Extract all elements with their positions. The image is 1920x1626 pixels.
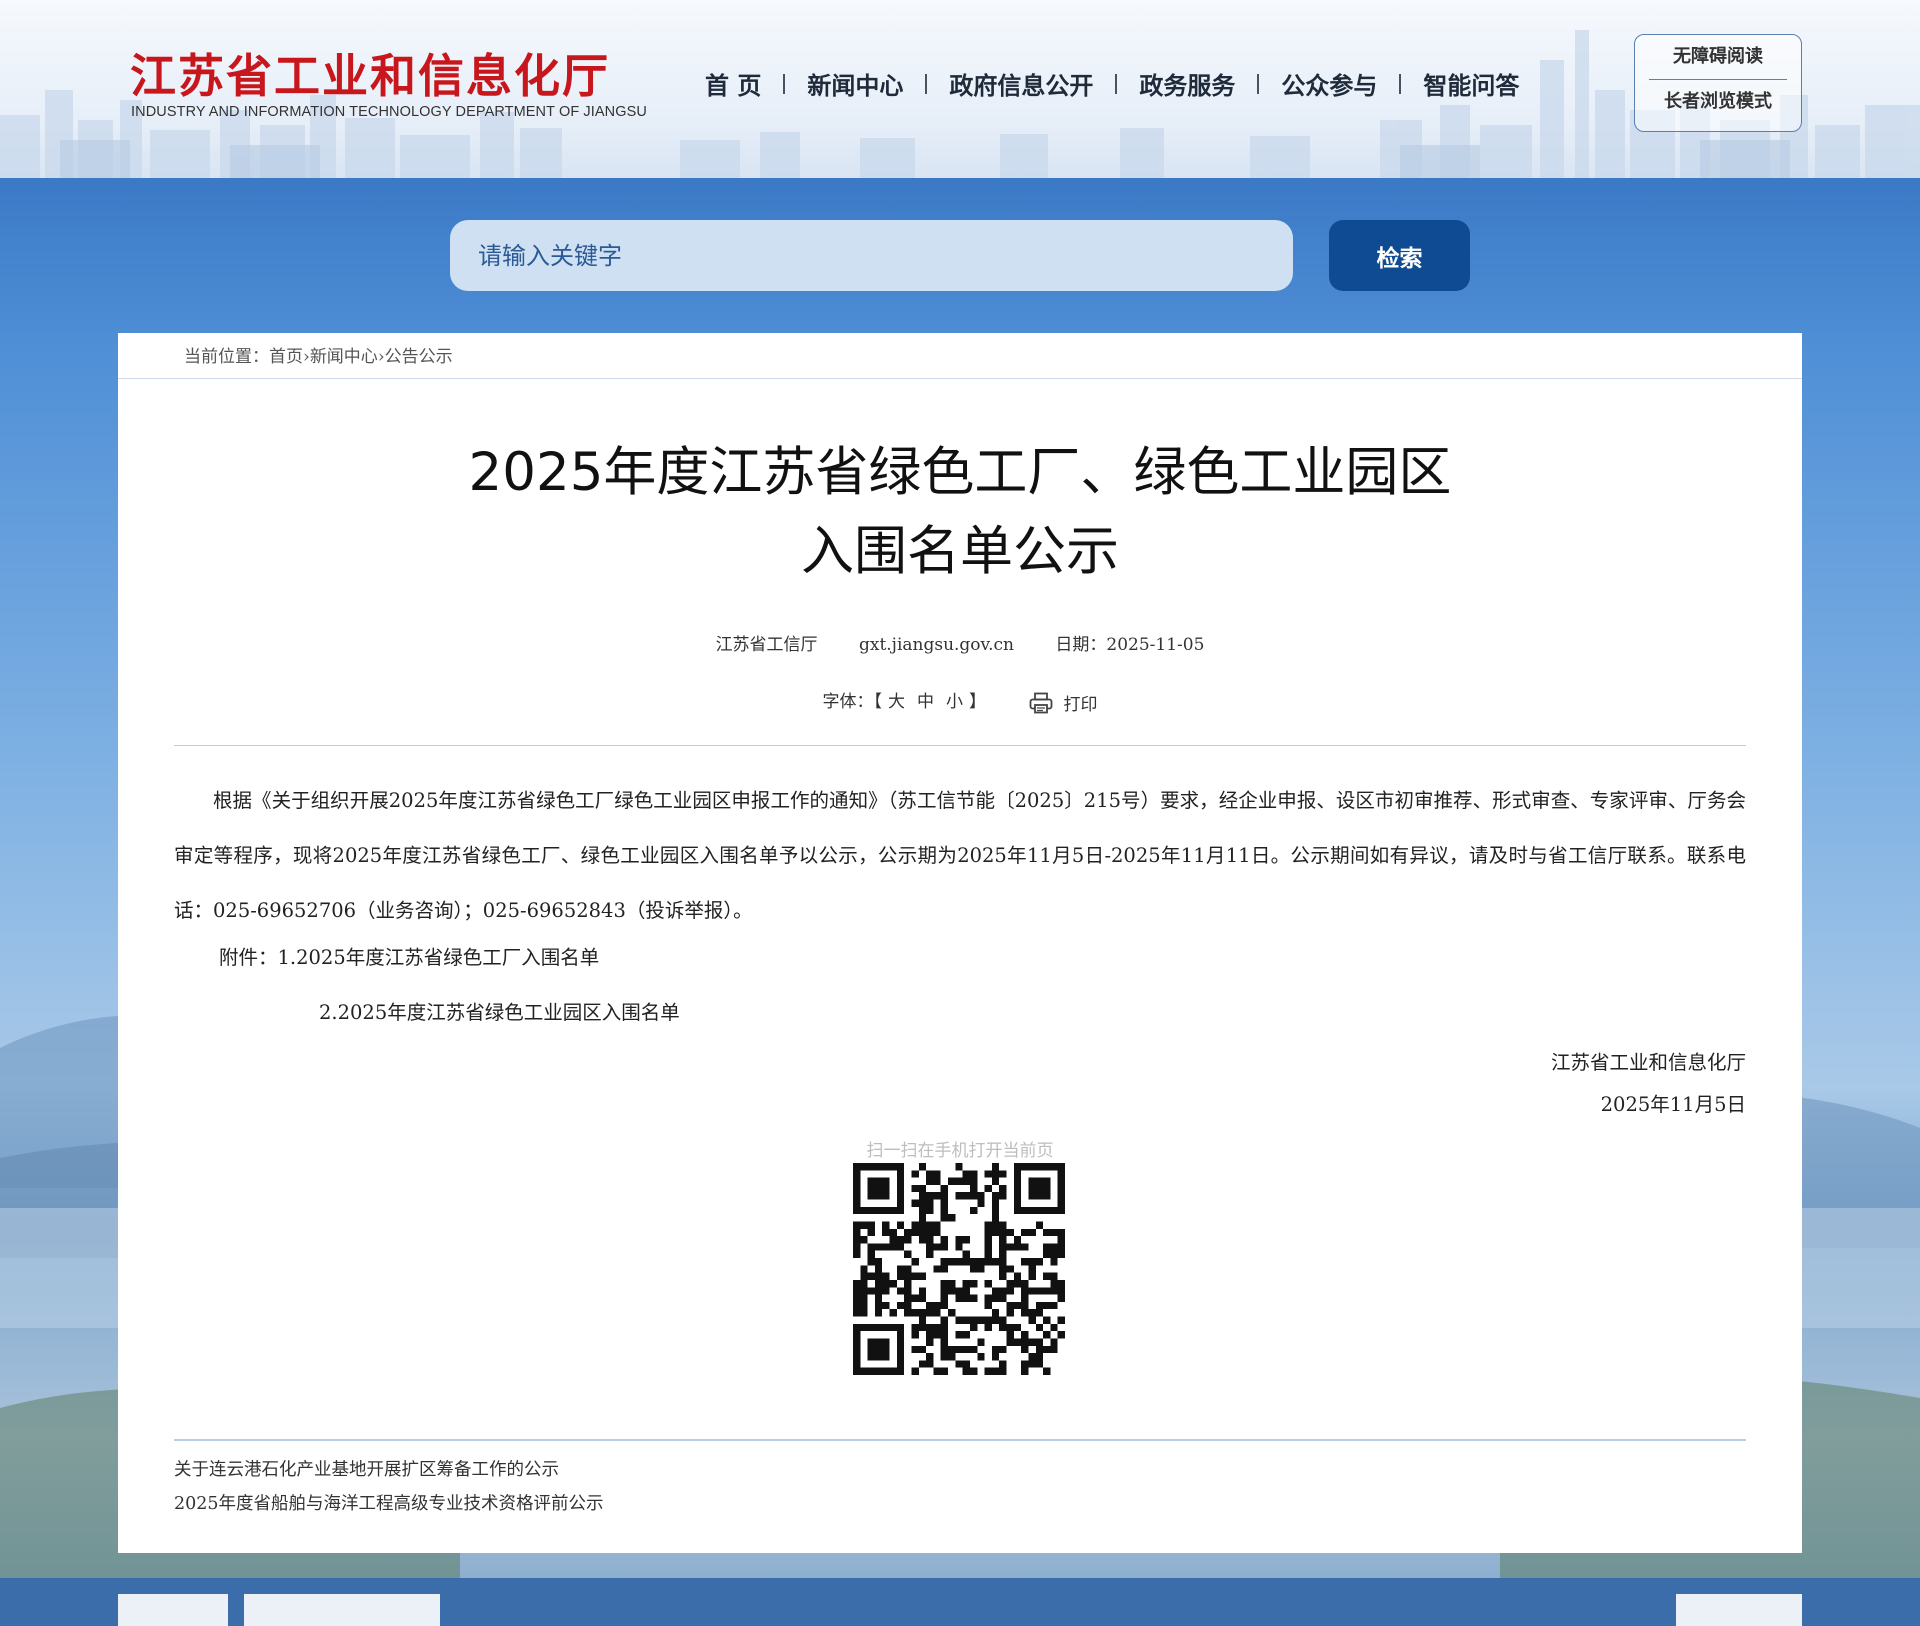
- nav-divider: [1399, 73, 1402, 94]
- article-paragraph: 根据《关于组织开展2025年度江苏省绿色工厂绿色工业园区申报工作的通知》（苏工信…: [174, 789, 1746, 922]
- article-site: gxt.jiangsu.gov.cn: [858, 635, 1015, 655]
- site-logo-subtitle: INDUSTRY AND INFORMATION TECHNOLOGY DEPA…: [131, 104, 647, 120]
- print-label: 打印: [1063, 695, 1098, 715]
- breadcrumb-news-center[interactable]: 新闻中心: [310, 347, 378, 367]
- font-size-bracket-open: 【: [873, 692, 883, 712]
- attachment-row: 2.2025年度江苏省绿色工业园区入围名单: [319, 996, 680, 1025]
- breadcrumb-home[interactable]: 首页: [269, 347, 303, 367]
- article-body: 根据《关于组织开展2025年度江苏省绿色工厂绿色工业园区申报工作的通知》（苏工信…: [174, 773, 1746, 938]
- elder-mode-button[interactable]: 长者浏览模式: [1635, 80, 1801, 124]
- print-button[interactable]: 打印: [1029, 690, 1097, 715]
- related-link[interactable]: 2025年度省船舶与海洋工程高级专业技术资格评前公示: [174, 1487, 604, 1521]
- breadcrumb: 当前位置：首页›新闻中心›公告公示: [118, 333, 1802, 379]
- accessible-reading-button[interactable]: 无障碍阅读: [1635, 35, 1801, 79]
- article-meta: 江苏省工信厅 gxt.jiangsu.gov.cn 日期：2025-11-05: [118, 630, 1802, 655]
- article-title-line: 2025年度江苏省绿色工厂、绿色工业园区: [468, 442, 1452, 503]
- article-date: 日期：2025-11-05: [1055, 635, 1204, 655]
- related-links: 关于连云港石化产业基地开展扩区筹备工作的公示 2025年度省船舶与海洋工程高级专…: [174, 1453, 604, 1521]
- article-date-label: 日期：: [1055, 635, 1107, 655]
- nav-gov-services[interactable]: 政务服务: [1139, 66, 1235, 101]
- font-size-medium[interactable]: 中: [917, 692, 934, 712]
- nav-divider: [1257, 73, 1260, 94]
- attachment-link-2[interactable]: 2.2025年度江苏省绿色工业园区入围名单: [319, 1001, 680, 1024]
- nav-smart-qa[interactable]: 智能问答: [1423, 66, 1519, 101]
- search-input[interactable]: [450, 220, 1293, 291]
- qr-code: [853, 1163, 1065, 1375]
- site-logo-title[interactable]: 江苏省工业和信息化厅: [130, 40, 610, 106]
- article-source: 江苏省工信厅: [715, 635, 818, 655]
- nav-divider: [1115, 73, 1118, 94]
- main-nav: 首 页 新闻中心 政府信息公开 政务服务 公众参与 智能问答: [705, 66, 1519, 101]
- article-title: 2025年度江苏省绿色工厂、绿色工业园区 入围名单公示: [118, 433, 1802, 591]
- font-size-bracket-close: 】: [969, 692, 987, 712]
- nav-public-participation[interactable]: 公众参与: [1281, 66, 1377, 101]
- nav-divider: [925, 73, 928, 94]
- nav-news-center[interactable]: 新闻中心: [807, 66, 903, 101]
- article-date-value: 2025-11-05: [1106, 635, 1205, 655]
- breadcrumb-prefix: 当前位置：: [184, 347, 269, 367]
- font-size-label: 字体：: [822, 692, 874, 712]
- party-emblem-badge[interactable]: [118, 1594, 228, 1626]
- font-size-large[interactable]: 大: [888, 692, 905, 712]
- related-link[interactable]: 关于连云港石化产业基地开展扩区筹备工作的公示: [174, 1453, 604, 1487]
- nav-divider: [783, 73, 786, 94]
- printer-icon: [1030, 692, 1053, 713]
- attachment-label: 附件：: [219, 946, 278, 969]
- accessibility-panel: 无障碍阅读 长者浏览模式: [1634, 34, 1802, 132]
- signature-date: 2025年11月5日: [1600, 1093, 1746, 1116]
- breadcrumb-separator: ›: [303, 347, 310, 367]
- font-size-small[interactable]: 小: [946, 692, 963, 712]
- signature-org: 江苏省工业和信息化厅: [1550, 1051, 1746, 1074]
- nav-home[interactable]: 首 页: [705, 66, 761, 101]
- qr-caption: 扫一扫在手机打开当前页: [866, 1141, 1054, 1161]
- breadcrumb-announcements[interactable]: 公告公示: [385, 347, 453, 367]
- content-divider: [174, 745, 1746, 746]
- footer-badge[interactable]: [1676, 1594, 1802, 1626]
- site-footer: [0, 1578, 1920, 1626]
- article-tools: 字体：【大中小】 打印: [118, 687, 1802, 715]
- related-divider: [174, 1439, 1746, 1441]
- article-panel: 当前位置：首页›新闻中心›公告公示 2025年度江苏省绿色工厂、绿色工业园区 入…: [118, 333, 1802, 1553]
- article-title-line: 入围名单公示: [801, 521, 1119, 582]
- gov-error-badge[interactable]: [244, 1594, 440, 1626]
- attachment-row: 附件：1.2025年度江苏省绿色工厂入围名单: [219, 941, 599, 970]
- search-button[interactable]: 检索: [1329, 220, 1470, 291]
- nav-gov-info[interactable]: 政府信息公开: [949, 66, 1093, 101]
- attachment-link-1[interactable]: 1.2025年度江苏省绿色工厂入围名单: [278, 946, 600, 969]
- breadcrumb-separator: ›: [377, 347, 385, 367]
- site-header: 江苏省工业和信息化厅 INDUSTRY AND INFORMATION TECH…: [0, 0, 1920, 178]
